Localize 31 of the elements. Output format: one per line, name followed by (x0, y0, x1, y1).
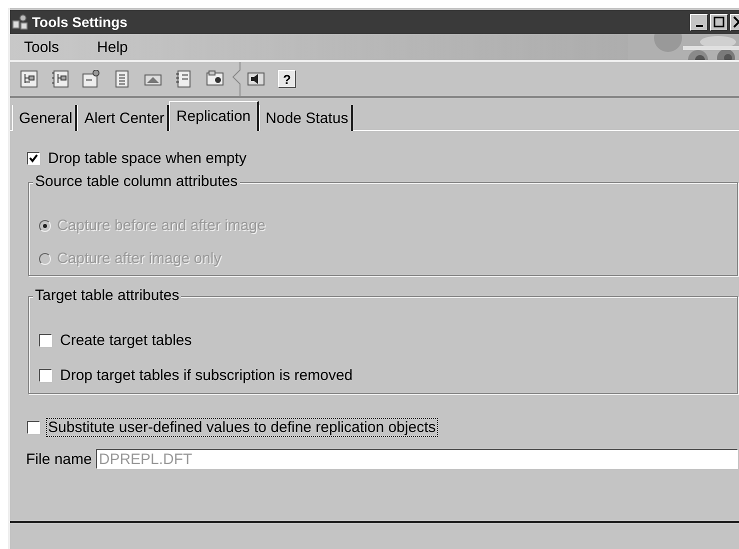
document-icon[interactable] (82, 70, 100, 88)
list-icon[interactable] (113, 70, 131, 88)
checkbox[interactable] (27, 421, 40, 434)
tab[interactable]: Replication (169, 101, 259, 131)
card-icon[interactable] (206, 70, 224, 88)
maximize-button[interactable] (710, 14, 728, 30)
maximize-icon (713, 16, 725, 28)
tab[interactable]: Alert Center (77, 105, 170, 131)
help-button[interactable]: ? (278, 70, 296, 88)
menu-item[interactable]: Help (83, 38, 140, 56)
tree-icon[interactable] (20, 70, 38, 88)
notebook-icon[interactable] (175, 70, 193, 88)
tree-icon[interactable] (51, 70, 69, 88)
checkbox-label: Drop table space when empty (47, 149, 248, 168)
tab[interactable]: General (12, 105, 78, 131)
checkbox-label: Create target tables (59, 331, 193, 350)
group-title: Target table attributes (33, 287, 182, 304)
minimize-icon (696, 25, 702, 27)
checkbox[interactable] (27, 152, 40, 165)
app-icon (12, 14, 28, 30)
menu-item[interactable]: Tools (10, 38, 72, 56)
speaker-icon[interactable] (247, 70, 265, 88)
checkbox[interactable] (39, 369, 52, 382)
checkbox-label: Substitute user-defined values to define replication objects (46, 418, 438, 437)
field-label: File name (26, 450, 92, 468)
checkbox[interactable] (39, 334, 52, 347)
tab[interactable]: Node Status (258, 105, 354, 131)
checkbox-label: Drop target tables if subscription is removed (59, 366, 354, 385)
window-title: Tools Settings (32, 14, 128, 30)
minimize-button[interactable] (690, 14, 708, 30)
checkmark-icon (28, 153, 39, 164)
